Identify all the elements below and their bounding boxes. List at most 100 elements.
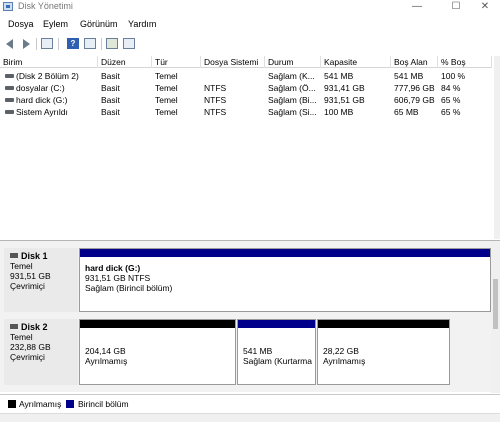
column-header-volume[interactable]: Birim — [0, 56, 98, 68]
back-arrow-icon[interactable] — [6, 39, 13, 49]
capacity-cell: 541 MB — [324, 71, 354, 81]
disk-1-label[interactable]: Disk 1 Temel 931,51 GB Çevrimiçi — [4, 248, 78, 312]
volume-name-cell: (Disk 2 Bölüm 2) — [2, 70, 98, 82]
volume-row[interactable]: hard dick (G:) Basit Temel NTFS Sağlam (… — [0, 94, 492, 106]
partition-text: 541 MB Sağlam (Kurtarma — [243, 346, 315, 366]
partition-recovery[interactable]: 541 MB Sağlam (Kurtarma — [237, 319, 316, 385]
legend: Ayrılmamış Birincil bölüm — [0, 394, 500, 412]
menu-file[interactable]: Dosya — [8, 19, 34, 29]
free-space-cell: 606,79 GB — [394, 95, 435, 105]
window-title: Disk Yönetimi — [18, 1, 73, 11]
partition-unallocated-2[interactable]: 28,22 GB Ayrılmamış — [317, 319, 450, 385]
volume-icon — [5, 86, 14, 90]
file-system-cell: NTFS — [204, 107, 227, 117]
type-cell: Temel — [155, 107, 178, 117]
disk-1-name: Disk 1 — [21, 251, 48, 261]
partition-size: 541 MB — [243, 346, 273, 356]
volume-name: Sistem Ayrıldı — [16, 107, 68, 117]
partition-name: hard dick (G:) — [85, 263, 141, 273]
title-bar: Disk Yönetimi — ☐ ✕ — [0, 0, 500, 14]
legend-swatch-unallocated — [8, 400, 16, 408]
percent-free-cell: 84 % — [441, 83, 461, 93]
column-header-percent-free[interactable]: % Boş — [438, 56, 492, 68]
partition-text: 204,14 GB Ayrılmamış — [85, 346, 127, 366]
volume-name: dosyalar (C:) — [16, 83, 65, 93]
disk-2-name: Disk 2 — [21, 322, 48, 332]
type-cell: Temel — [155, 95, 178, 105]
show-hide-console-icon[interactable] — [84, 38, 96, 49]
menu-action[interactable]: Eylem — [43, 19, 68, 29]
properties-icon[interactable] — [41, 38, 53, 49]
connect-icon[interactable] — [106, 38, 118, 49]
volume-name-cell: Sistem Ayrıldı — [2, 106, 98, 118]
status-cell: Sağlam (Bi... — [268, 95, 317, 105]
disk-2-name-line: Disk 2 — [10, 322, 78, 332]
status-cell: Sağlam (Ö... — [268, 83, 316, 93]
column-header-file-system[interactable]: Dosya Sistemi — [201, 56, 265, 68]
volume-list: Birim Düzen Tür Dosya Sistemi Durum Kapa… — [0, 56, 500, 239]
volume-icon — [5, 98, 14, 102]
help-icon[interactable]: ? — [67, 38, 79, 49]
toolbar-separator — [36, 38, 37, 50]
toolbar-separator — [58, 38, 59, 50]
partition-status: Sağlam (Kurtarma — [243, 356, 312, 366]
type-cell: Temel — [155, 71, 178, 81]
disk-graphical-view: Disk 1 Temel 931,51 GB Çevrimiçi hard di… — [0, 240, 500, 393]
partition-bar-primary — [238, 320, 315, 328]
menu-bar: Dosya Eylem Görünüm Yardım — [0, 18, 500, 32]
close-button[interactable]: ✕ — [470, 0, 500, 14]
disk-1-status: Çevrimiçi — [10, 281, 45, 291]
menu-view[interactable]: Görünüm — [80, 19, 118, 29]
minimize-button[interactable]: — — [402, 0, 432, 14]
capacity-cell: 100 MB — [324, 107, 354, 117]
volume-icon — [5, 74, 14, 78]
free-space-cell: 777,96 GB — [394, 83, 435, 93]
percent-free-cell: 65 % — [441, 107, 461, 117]
partition-text: 28,22 GB Ayrılmamış — [323, 346, 365, 366]
column-header-capacity[interactable]: Kapasite — [321, 56, 391, 68]
volume-name: (Disk 2 Bölüm 2) — [16, 71, 79, 81]
legend-swatch-primary — [66, 400, 74, 408]
volume-row[interactable]: (Disk 2 Bölüm 2) Basit Temel Sağlam (K..… — [0, 70, 492, 82]
menu-help[interactable]: Yardım — [128, 19, 156, 29]
volume-icon — [5, 110, 14, 114]
free-space-cell: 541 MB — [394, 71, 424, 81]
file-system-cell: NTFS — [204, 95, 227, 105]
column-header-free-space[interactable]: Boş Alan — [391, 56, 438, 68]
disk-2-label[interactable]: Disk 2 Temel 232,88 GB Çevrimiçi — [4, 319, 78, 385]
type-cell: Temel — [155, 83, 178, 93]
volume-name-cell: hard dick (G:) — [2, 94, 98, 106]
disk-2-type: Temel — [10, 332, 33, 342]
partition-hard-dick-g[interactable]: hard dick (G:) 931,51 GB NTFS Sağlam (Bi… — [79, 248, 491, 312]
capacity-cell: 931,51 GB — [324, 95, 365, 105]
partition-status: Ayrılmamış — [85, 356, 128, 366]
partition-status: Sağlam (Birincil bölüm) — [85, 283, 173, 293]
partition-size: 204,14 GB — [85, 346, 126, 356]
file-system-cell: NTFS — [204, 83, 227, 93]
scrollbar-thumb[interactable] — [493, 279, 498, 329]
column-header-status[interactable]: Durum — [265, 56, 321, 68]
partition-bar-unallocated — [318, 320, 449, 328]
disk-icon — [10, 253, 18, 258]
status-cell: Sağlam (K... — [268, 71, 315, 81]
legend-label-unallocated: Ayrılmamış — [19, 399, 62, 409]
status-bar — [0, 413, 500, 422]
column-header-layout[interactable]: Düzen — [98, 56, 152, 68]
column-header-type[interactable]: Tür — [152, 56, 201, 68]
partition-unallocated-1[interactable]: 204,14 GB Ayrılmamış — [79, 319, 236, 385]
volume-row[interactable]: dosyalar (C:) Basit Temel NTFS Sağlam (Ö… — [0, 82, 492, 94]
disk-1-type: Temel — [10, 261, 33, 271]
layout-cell: Basit — [101, 95, 120, 105]
view-list-icon[interactable] — [123, 38, 135, 49]
volume-list-scroll-edge — [494, 56, 500, 239]
graphical-view-scrollbar[interactable] — [491, 241, 500, 393]
volume-name-cell: dosyalar (C:) — [2, 82, 98, 94]
maximize-button[interactable]: ☐ — [441, 0, 471, 14]
percent-free-cell: 100 % — [441, 71, 466, 81]
volume-name: hard dick (G:) — [16, 95, 68, 105]
partition-size: 931,51 GB NTFS — [85, 273, 151, 283]
capacity-cell: 931,41 GB — [324, 83, 365, 93]
percent-free-cell: 65 % — [441, 95, 461, 105]
forward-arrow-icon[interactable] — [23, 39, 30, 49]
volume-row[interactable]: Sistem Ayrıldı Basit Temel NTFS Sağlam (… — [0, 106, 492, 118]
